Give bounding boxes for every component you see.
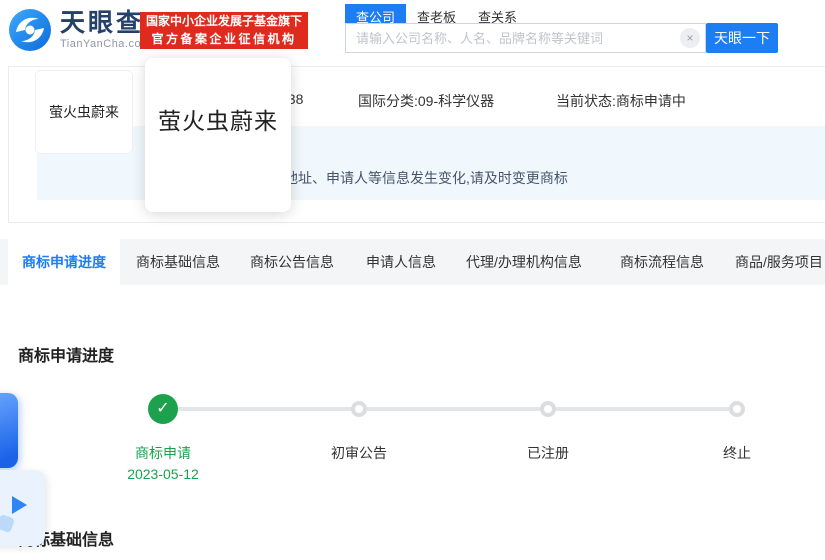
international-class-label: 国际分类: [358,93,418,109]
step-label-terminated: 终止 [723,445,751,461]
decor-blob-icon [0,513,16,534]
badge-line1: 国家中小企业发展子基金旗下 [145,14,302,29]
tab-announcement-info[interactable]: 商标公告信息 [250,239,334,285]
step-label-registered: 已注册 [527,445,569,461]
official-certification-badge: 国家中小企业发展子基金旗下 官方备案企业征信机构 [140,12,308,49]
badge-line2: 官方备案企业征信机构 [151,31,297,46]
floating-side-tab[interactable] [0,393,18,468]
tab-process-info[interactable]: 商标流程信息 [620,239,704,285]
floating-promo-widget[interactable] [0,470,45,546]
tab-agency-info[interactable]: 代理/办理机构信息 [466,239,582,285]
timeline-line [163,407,737,411]
tab-goods-services[interactable]: 商品/服务项目 [735,239,823,285]
progress-section-title: 商标申请进度 [18,348,115,365]
brand-name: 天眼查 [60,8,145,37]
search-input[interactable] [345,23,706,53]
check-icon: ✓ [148,394,178,424]
brand-domain: TianYanCha.com [60,37,151,50]
detail-tabbar: 商标申请进度 商标基础信息 商标公告信息 申请人信息 代理/办理机构信息 商标流… [0,239,825,285]
timeline-node-registered [540,401,556,417]
current-status: 当前状态:商标申请中 [556,91,686,111]
tianyancha-logo-icon [9,9,51,51]
change-notice-text: 地址、申请人等信息发生变化,请及时变更商标 [284,170,568,186]
step-label-preliminary: 初审公告 [331,445,387,461]
timeline-node-terminated [729,401,745,417]
timeline-node-preliminary [351,401,367,417]
search-button[interactable]: 天眼一下 [706,23,778,53]
step-label-application: 商标申请 [135,445,191,461]
trademark-image-preview-popup: 萤火虫蔚来 [145,58,291,212]
play-arrow-icon [12,496,27,514]
current-status-value: 商标申请中 [615,93,686,109]
trademark-preview-text: 萤火虫蔚来 [158,109,278,134]
tab-applicant-info[interactable]: 申请人信息 [366,239,436,285]
trademark-image-thumbnail[interactable]: 萤火虫蔚来 [35,70,133,154]
tab-trademark-progress[interactable]: 商标申请进度 [8,239,120,285]
international-class-value: 09-科学仪器 [417,93,495,109]
current-status-label: 当前状态: [556,93,616,109]
international-class: 国际分类:09-科学仪器 [358,91,494,111]
clear-icon[interactable]: × [680,28,700,48]
step-date-application: 2023-05-12 [127,466,199,482]
tab-basic-info[interactable]: 商标基础信息 [136,239,220,285]
tianyancha-logo[interactable]: 天眼查 TianYanCha.com [8,8,151,52]
